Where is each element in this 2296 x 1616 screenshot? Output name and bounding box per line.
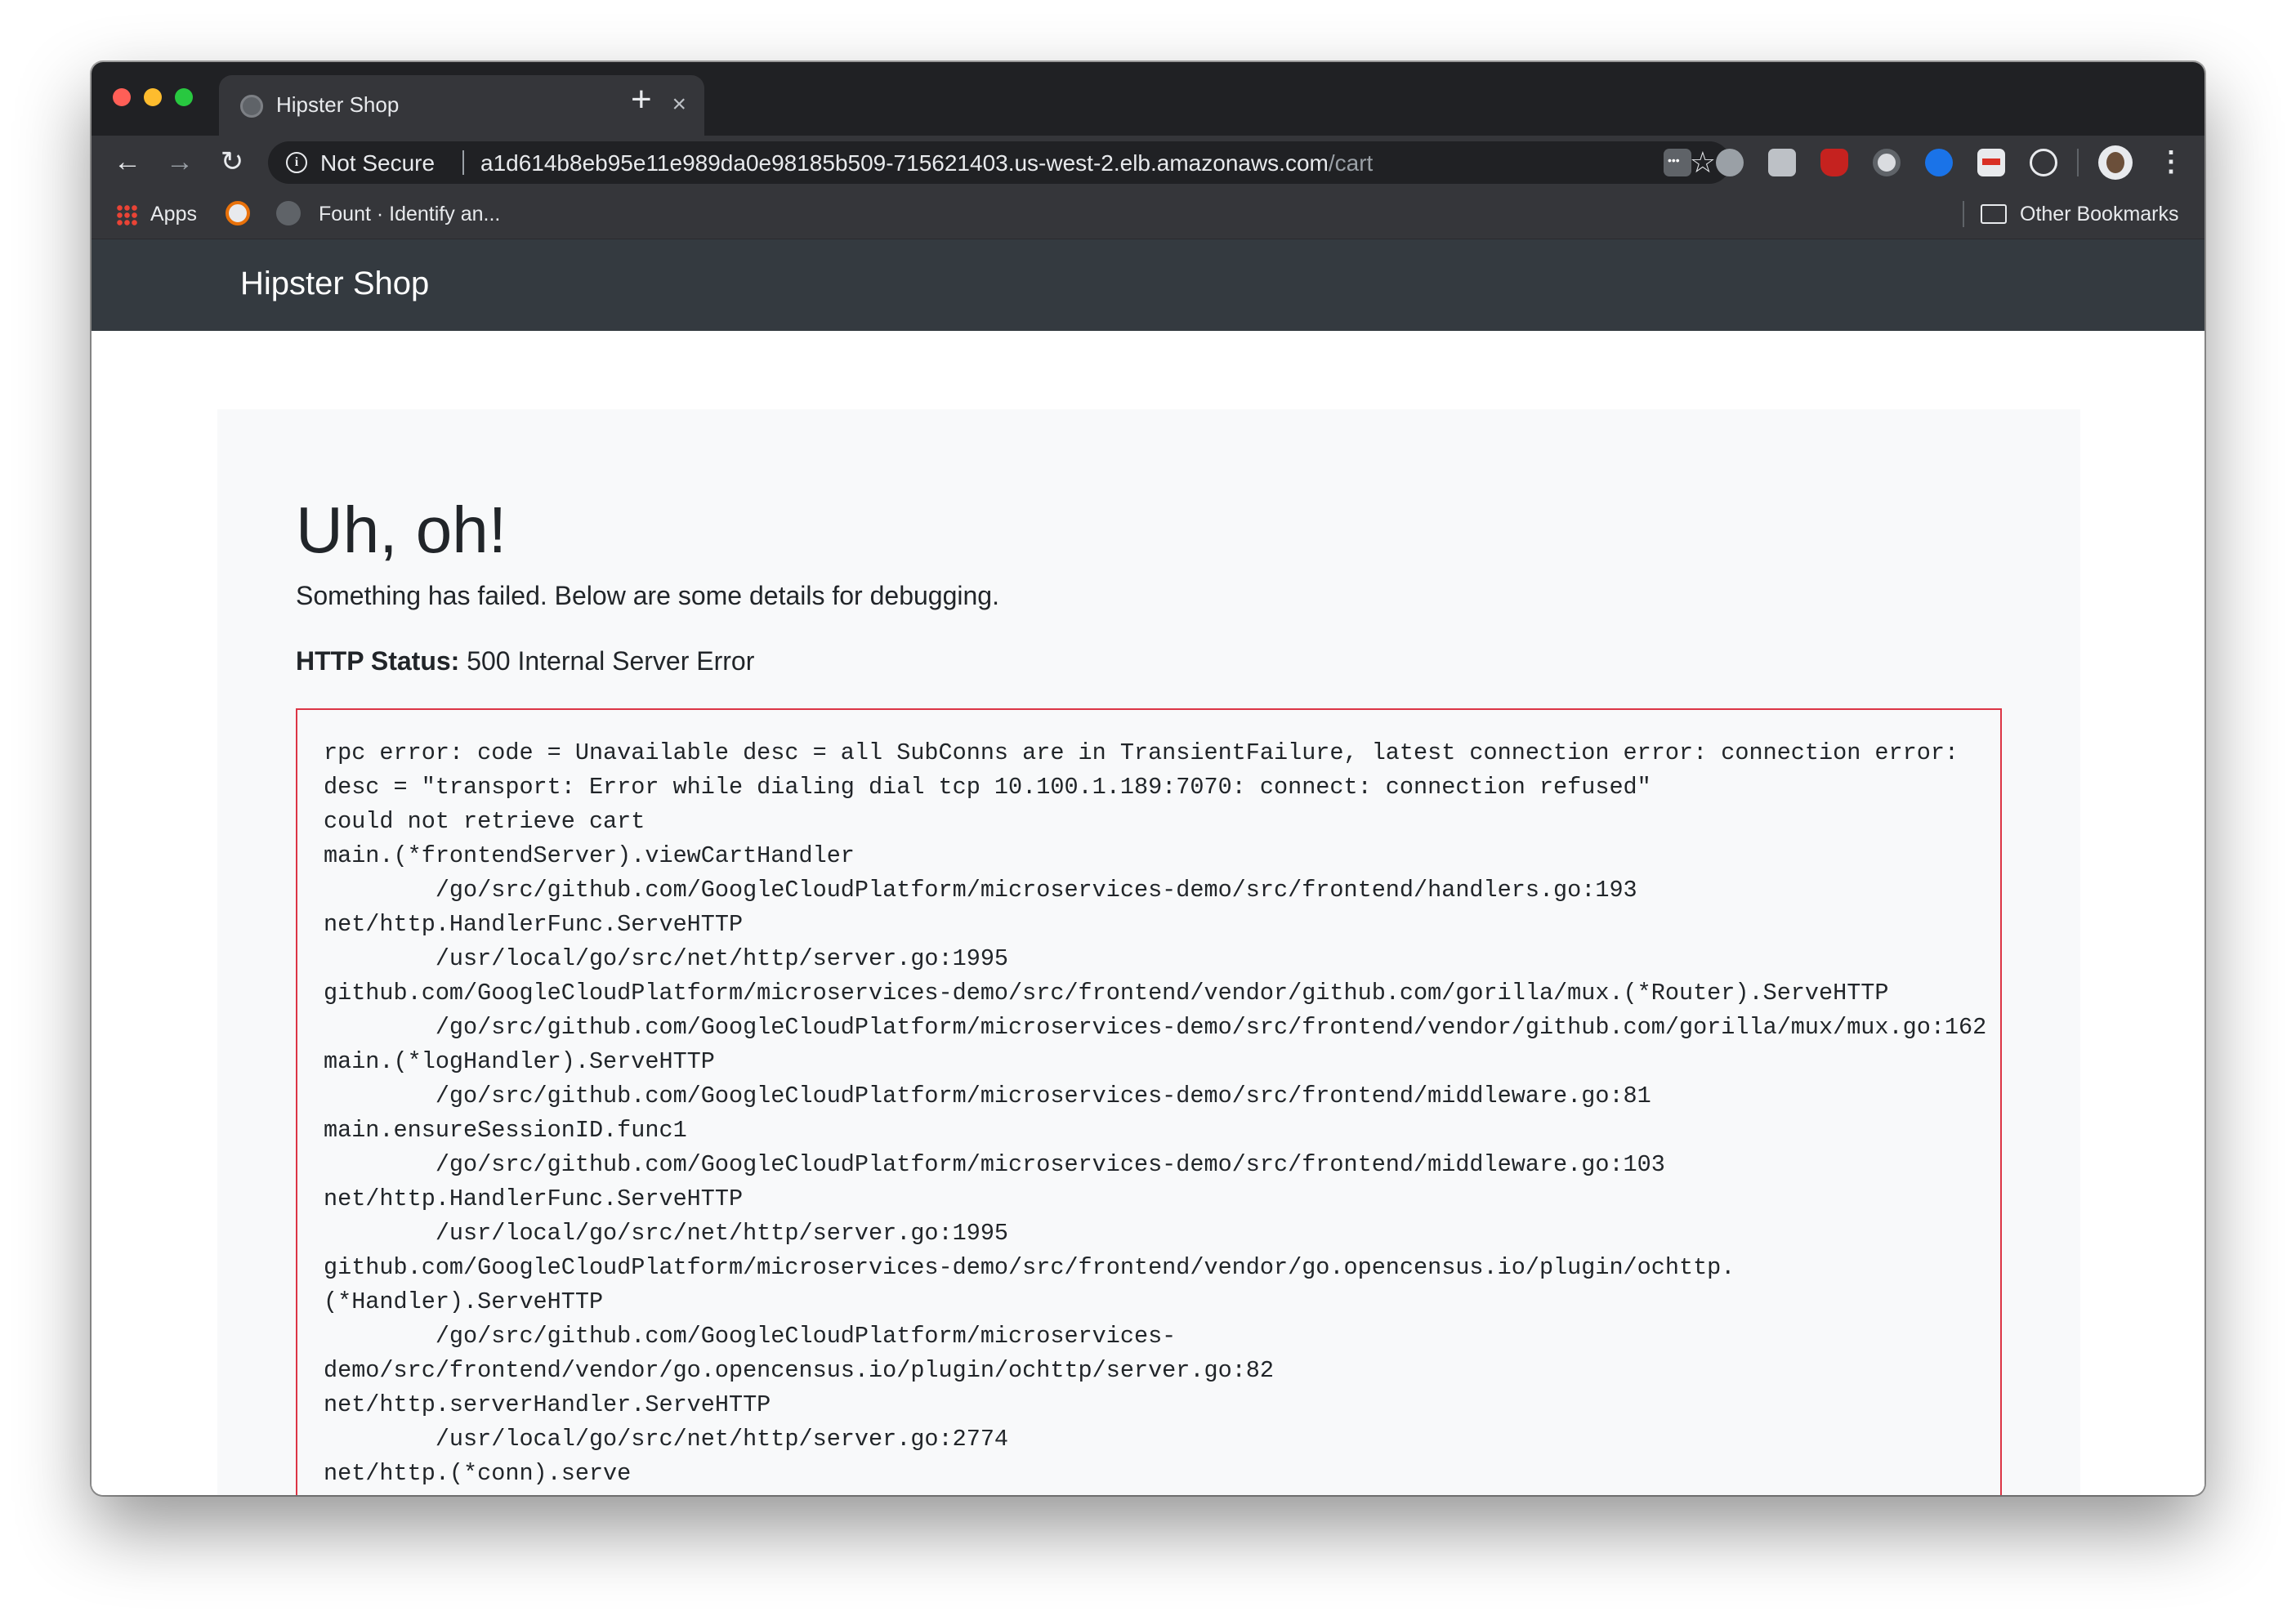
ublock-icon[interactable]: [1820, 149, 1848, 176]
error-stack-trace: rpc error: code = Unavailable desc = all…: [296, 708, 2002, 1495]
forward-button[interactable]: →: [162, 144, 198, 180]
close-window-button[interactable]: [113, 88, 131, 106]
reload-button[interactable]: ↻: [214, 144, 250, 180]
security-label[interactable]: Not Secure: [320, 150, 435, 176]
http-status-value: 500 Internal Server Error: [467, 646, 755, 676]
back-button[interactable]: ←: [109, 144, 145, 180]
maximize-window-button[interactable]: [175, 88, 193, 106]
browser-toolbar: ← → ↻ i Not Secure a1d614b8eb95e11e989da…: [92, 136, 2204, 190]
extension-dots-icon[interactable]: [1664, 149, 1691, 176]
bookmark-favicon-icon[interactable]: [226, 201, 250, 225]
http-status: HTTP Status: 500 Internal Server Error: [296, 646, 754, 676]
globe-icon: [240, 95, 263, 118]
address-bar[interactable]: i Not Secure a1d614b8eb95e11e989da0e9818…: [268, 141, 1731, 184]
bookmarks-divider: [1963, 201, 1964, 227]
info-icon[interactable]: i: [286, 152, 307, 173]
error-description: Something has failed. Below are some det…: [296, 581, 999, 610]
minimize-window-button[interactable]: [144, 88, 162, 106]
bookmarks-bar: Apps Fount · Identify an... Other Bookma…: [92, 190, 2204, 239]
bookmark-other-bookmarks[interactable]: Other Bookmarks: [2020, 203, 2179, 226]
url-path: /cart: [1328, 150, 1374, 176]
site-brand-link[interactable]: Hipster Shop: [240, 266, 429, 302]
url-text[interactable]: a1d614b8eb95e11e989da0e98185b509-7156214…: [480, 150, 1373, 176]
tab-strip: Hipster Shop × +: [92, 62, 2204, 136]
bookmark-fount[interactable]: Fount · Identify an...: [319, 203, 500, 226]
error-card: Uh, oh! Something has failed. Below are …: [217, 409, 2080, 1495]
tab-title: Hipster Shop: [276, 92, 400, 117]
browser-window: Hipster Shop × + ← → ↻ i Not Secure a1d6…: [92, 62, 2204, 1495]
apps-grid-icon[interactable]: [116, 204, 137, 225]
url-host: a1d614b8eb95e11e989da0e98185b509-7156214…: [480, 150, 1329, 176]
extension-circle-icon[interactable]: [1873, 149, 1901, 176]
extension-u-icon[interactable]: [1716, 149, 1744, 176]
react-devtools-icon[interactable]: [2030, 149, 2057, 176]
bookmark-star-icon[interactable]: ☆: [1690, 146, 1716, 179]
error-title: Uh, oh!: [296, 493, 507, 566]
bookmark-apps[interactable]: Apps: [150, 203, 197, 226]
fount-favicon-icon: [276, 201, 301, 225]
browser-menu-icon[interactable]: ⋮: [2157, 144, 2185, 180]
extension-h-icon[interactable]: [1768, 149, 1796, 176]
site-header: Hipster Shop: [92, 239, 2204, 331]
extension-blue-icon[interactable]: [1925, 149, 1953, 176]
folder-icon: [1981, 204, 2007, 224]
http-status-label: HTTP Status:: [296, 646, 460, 676]
page-viewport: Hipster Shop Uh, oh! Something has faile…: [92, 239, 2204, 1495]
toolbar-divider: [2077, 149, 2079, 176]
close-tab-icon[interactable]: ×: [672, 90, 686, 119]
extension-stripe-icon[interactable]: [1977, 149, 2005, 176]
new-tab-button[interactable]: +: [631, 82, 652, 118]
address-divider: [462, 150, 464, 175]
profile-avatar[interactable]: [2098, 145, 2133, 180]
